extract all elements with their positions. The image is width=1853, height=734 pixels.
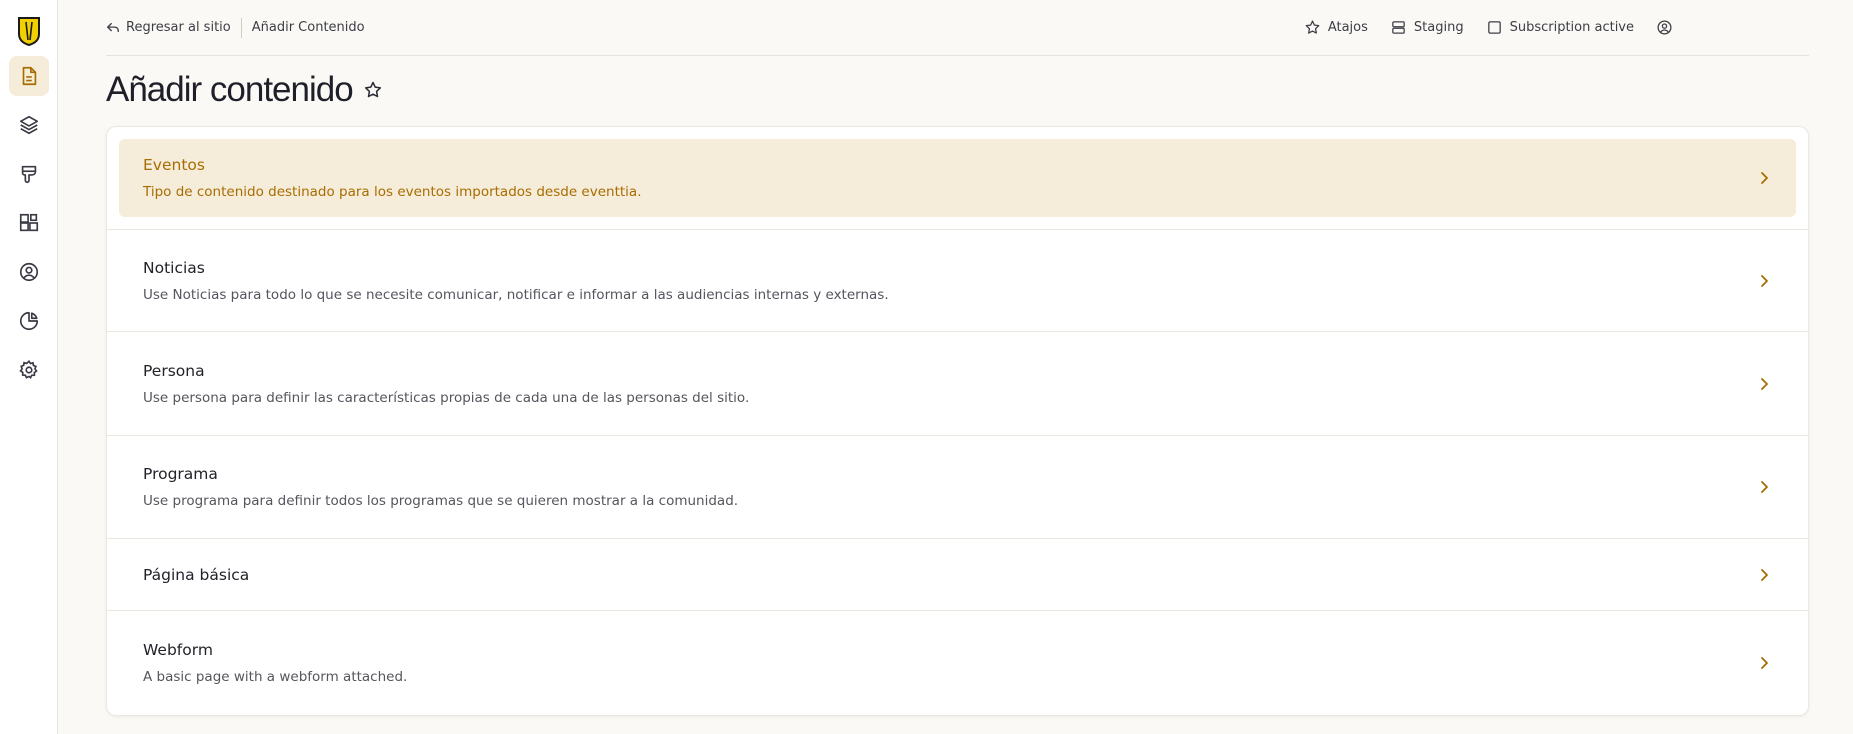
chevron-right-icon bbox=[1761, 568, 1768, 581]
sidebar-item-structure[interactable] bbox=[9, 105, 49, 145]
content-type-description: Use Noticias para todo lo que se necesit… bbox=[143, 286, 889, 303]
sidebar-item-content[interactable] bbox=[8, 56, 49, 96]
content-type-description: Tipo de contenido destinado para los eve… bbox=[143, 184, 642, 200]
content-type-title: Webform bbox=[143, 641, 213, 659]
add-to-shortcuts-star-icon[interactable] bbox=[363, 80, 383, 100]
layers-icon bbox=[19, 115, 38, 135]
page-header: Añadir contenido bbox=[106, 58, 1809, 122]
sidebar-item-people[interactable] bbox=[9, 252, 49, 292]
content-type-title: Eventos bbox=[143, 156, 205, 174]
chevron-right-icon bbox=[1761, 481, 1768, 493]
content-type-title: Página básica bbox=[143, 565, 250, 584]
top-bar: Regresar al sitio Añadir Contenido Atajo… bbox=[106, 0, 1809, 56]
blocks-icon bbox=[19, 213, 38, 232]
return-arrow-icon bbox=[107, 22, 119, 32]
chevron-right-icon bbox=[1761, 172, 1768, 184]
gear-icon bbox=[18, 360, 38, 379]
content-type-title: Noticias bbox=[143, 258, 205, 277]
content-type-programa[interactable]: Programa Use programa para definir todos… bbox=[107, 436, 1808, 539]
content-type-title: Programa bbox=[143, 465, 218, 483]
staging-indicator[interactable]: Staging bbox=[1390, 19, 1464, 36]
sidebar-item-extend[interactable] bbox=[9, 203, 49, 243]
sidebar-item-reports[interactable] bbox=[9, 301, 49, 341]
subscription-status[interactable]: Subscription active bbox=[1486, 19, 1634, 36]
sidebar-item-configuration[interactable] bbox=[9, 350, 49, 390]
shortcuts-button[interactable]: Atajos bbox=[1304, 19, 1368, 36]
breadcrumb-divider bbox=[240, 17, 242, 38]
user-circle-icon bbox=[1657, 20, 1672, 35]
content-type-title: Persona bbox=[143, 361, 205, 380]
content-type-webform[interactable]: Webform A basic page with a webform atta… bbox=[107, 611, 1808, 715]
breadcrumb-current: Añadir Contenido bbox=[251, 20, 365, 35]
chevron-right-icon bbox=[1761, 657, 1768, 669]
staging-label: Staging bbox=[1413, 20, 1464, 35]
content-type-noticias[interactable]: Noticias Use Noticias para todo lo que s… bbox=[107, 229, 1808, 332]
content-type-description: Use persona para definir las característ… bbox=[143, 389, 750, 406]
admin-toolbar-sidebar bbox=[0, 0, 58, 734]
content-type-description: Use programa para definir todos los prog… bbox=[143, 493, 739, 509]
university-shield-logo[interactable] bbox=[17, 16, 41, 46]
user-account-button[interactable] bbox=[1656, 19, 1673, 36]
brush-icon bbox=[21, 165, 36, 184]
content-type-list: Eventos Tipo de contenido destinado para… bbox=[106, 126, 1809, 716]
chevron-right-icon bbox=[1761, 377, 1768, 390]
checkbox-icon bbox=[1487, 21, 1501, 34]
main-content: Regresar al sitio Añadir Contenido Atajo… bbox=[106, 0, 1809, 716]
content-type-pagina-basica[interactable]: Página básica bbox=[107, 539, 1808, 611]
chevron-right-icon bbox=[1761, 274, 1768, 287]
user-circle-icon bbox=[19, 262, 38, 282]
back-to-site-link[interactable]: Regresar al sitio bbox=[106, 20, 231, 35]
content-type-eventos[interactable]: Eventos Tipo de contenido destinado para… bbox=[119, 139, 1796, 217]
breadcrumb: Regresar al sitio Añadir Contenido bbox=[106, 17, 365, 38]
page-title: Añadir contenido bbox=[106, 70, 354, 109]
content-type-description: A basic page with a webform attached. bbox=[143, 669, 408, 685]
pie-chart-icon bbox=[19, 311, 38, 331]
subscription-label: Subscription active bbox=[1509, 20, 1634, 35]
shortcuts-label: Atajos bbox=[1327, 20, 1368, 35]
document-icon bbox=[22, 66, 36, 86]
back-link-label: Regresar al sitio bbox=[126, 20, 231, 35]
star-icon bbox=[1305, 20, 1320, 34]
content-type-persona[interactable]: Persona Use persona para definir las car… bbox=[107, 332, 1808, 436]
server-icon bbox=[1392, 21, 1405, 34]
sidebar-item-appearance[interactable] bbox=[9, 154, 49, 194]
